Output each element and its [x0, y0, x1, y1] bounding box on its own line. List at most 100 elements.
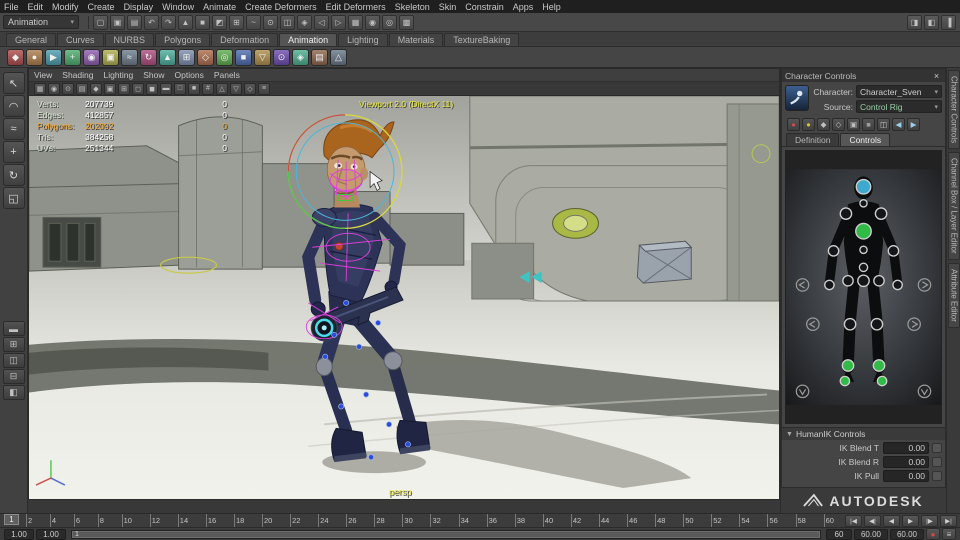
- shelf-tab[interactable]: TextureBaking: [444, 33, 520, 46]
- shelf-tab[interactable]: NURBS: [104, 33, 155, 46]
- menu-item[interactable]: Skin: [439, 2, 457, 12]
- shelf-tab[interactable]: Materials: [388, 33, 444, 46]
- rotate-tool-icon[interactable]: ↻: [2, 164, 25, 186]
- tool-settings-toggle-icon[interactable]: ◧: [924, 14, 939, 30]
- side-tab[interactable]: Attribute Editor: [947, 262, 960, 328]
- nonlinear-wave-icon[interactable]: ▤: [311, 48, 328, 66]
- two-d-pan-zoom-icon[interactable]: ⊞: [118, 82, 130, 95]
- playback-start-field[interactable]: 1.00: [36, 528, 66, 540]
- menu-item[interactable]: Modify: [52, 2, 79, 12]
- render-settings-icon[interactable]: ▩: [399, 14, 414, 30]
- jiggle-icon[interactable]: △: [330, 48, 347, 66]
- alt-end-field[interactable]: 60.00: [890, 528, 924, 540]
- ghost-icon[interactable]: ◉: [83, 48, 100, 66]
- gate-mask-icon[interactable]: ■: [188, 82, 200, 95]
- frame-all-icon[interactable]: ◻: [132, 82, 144, 95]
- create-pose-icon[interactable]: ↻: [140, 48, 157, 66]
- undo-icon[interactable]: ↶: [144, 14, 159, 30]
- make-live-icon[interactable]: ◈: [297, 14, 312, 30]
- anim-end-field[interactable]: 60.00: [854, 528, 888, 540]
- two-pane-side-layout-icon[interactable]: ◫: [2, 353, 25, 368]
- construction-history-icon[interactable]: ▦: [348, 14, 363, 30]
- nonlinear-sine-icon[interactable]: ▽: [254, 48, 271, 66]
- play-backwards-button[interactable]: ◀: [883, 514, 900, 527]
- new-scene-icon[interactable]: ▢: [93, 14, 108, 30]
- next-key-icon[interactable]: ▶: [907, 118, 920, 131]
- field-options-icon[interactable]: [932, 443, 942, 453]
- menu-item[interactable]: Skeleton: [395, 2, 430, 12]
- anim-start-field[interactable]: 1.00: [4, 528, 34, 540]
- humanik-section-header[interactable]: ▼ HumanIK Controls: [782, 427, 945, 440]
- field-options-icon[interactable]: [932, 471, 942, 481]
- animation-preferences-button[interactable]: ≡: [942, 528, 956, 540]
- paint-select-tool-icon[interactable]: ≈: [2, 118, 25, 140]
- menu-item[interactable]: Apps: [513, 2, 534, 12]
- select-tool-icon[interactable]: ↖: [2, 72, 25, 94]
- select-component-icon[interactable]: ◩: [212, 14, 227, 30]
- grease-pencil-icon[interactable]: ≡: [258, 82, 270, 95]
- menu-item[interactable]: Help: [542, 2, 561, 12]
- viewport-menu-item[interactable]: Options: [175, 70, 204, 80]
- prev-key-icon[interactable]: ◀: [892, 118, 905, 131]
- scale-tool-icon[interactable]: ◱: [2, 187, 25, 209]
- play-forwards-button[interactable]: ▶: [902, 514, 919, 527]
- outliner-persp-layout-icon[interactable]: ◧: [2, 385, 25, 400]
- close-icon[interactable]: ×: [931, 71, 942, 81]
- save-scene-icon[interactable]: ▤: [127, 14, 142, 30]
- channel-box-toggle-icon[interactable]: ▐: [941, 14, 956, 30]
- timeline-ruler[interactable]: 2 4 6 8 10 12 14 16 18 20 22 24 26 28 30 32 34 36 38 40 42 44…: [0, 514, 842, 527]
- selection-mode-icon[interactable]: ▣: [847, 118, 860, 131]
- character-rig-view[interactable]: [785, 150, 942, 424]
- mirror-icon[interactable]: ◫: [877, 118, 890, 131]
- playblast-icon[interactable]: ▶: [45, 48, 62, 66]
- character-thumbnail-icon[interactable]: [785, 85, 809, 111]
- create-clip-icon[interactable]: ≈: [121, 48, 138, 66]
- menu-item[interactable]: Create: [88, 2, 115, 12]
- lock-icon[interactable]: ■: [862, 118, 875, 131]
- key-body-part-icon[interactable]: ●: [802, 118, 815, 131]
- side-tab[interactable]: Character Controls: [947, 70, 960, 150]
- camera-select-icon[interactable]: ◉: [48, 82, 60, 95]
- select-object-icon[interactable]: ■: [195, 14, 210, 30]
- menu-item[interactable]: Window: [162, 2, 194, 12]
- menu-item[interactable]: Create Deformers: [245, 2, 317, 12]
- safe-title-icon[interactable]: ▽: [230, 82, 242, 95]
- snap-to-grid-icon[interactable]: ⊞: [229, 14, 244, 30]
- key-full-body-icon[interactable]: ●: [787, 118, 800, 131]
- menu-item[interactable]: Animate: [203, 2, 236, 12]
- shelf-tab[interactable]: Lighting: [338, 33, 388, 46]
- side-tab[interactable]: Channel Box / Layer Editor: [947, 152, 960, 260]
- numeric-input[interactable]: 0.00: [883, 470, 929, 482]
- range-slider[interactable]: 1: [71, 529, 821, 539]
- scene-view[interactable]: Verts: 207739 0 Edges: 412857 0 Polygons…: [29, 96, 779, 499]
- lattice-icon[interactable]: ⊞: [178, 48, 195, 66]
- menu-item[interactable]: Edit Deformers: [326, 2, 386, 12]
- set-breakdown-icon[interactable]: ●: [26, 48, 43, 66]
- nonlinear-squash-icon[interactable]: ⊙: [273, 48, 290, 66]
- four-pane-layout-icon[interactable]: ⊞: [2, 337, 25, 352]
- character-dropdown[interactable]: Character_Sven ▾: [856, 85, 942, 98]
- output-connections-icon[interactable]: ▷: [331, 14, 346, 30]
- playback-end-field[interactable]: 60: [826, 528, 852, 540]
- viewport-menu-item[interactable]: Shading: [62, 70, 93, 80]
- menu-item[interactable]: Constrain: [465, 2, 504, 12]
- blend-shape-icon[interactable]: ▲: [159, 48, 176, 66]
- unghost-icon[interactable]: ▣: [102, 48, 119, 66]
- two-pane-stacked-layout-icon[interactable]: ⊟: [2, 369, 25, 384]
- move-tool-icon[interactable]: +: [2, 141, 25, 163]
- numeric-input[interactable]: 0.00: [883, 442, 929, 454]
- input-connections-icon[interactable]: ◁: [314, 14, 329, 30]
- shelf-tab[interactable]: Deformation: [211, 33, 279, 46]
- attribute-editor-toggle-icon[interactable]: ◨: [907, 14, 922, 30]
- snap-to-point-icon[interactable]: ⊙: [263, 14, 278, 30]
- camera-lock-icon[interactable]: ⊙: [62, 82, 74, 95]
- menu-item[interactable]: Edit: [28, 2, 44, 12]
- viewport-menu-item[interactable]: Panels: [214, 70, 240, 80]
- range-slider-handle[interactable]: 1: [72, 530, 820, 538]
- panel-grid-icon[interactable]: ▦: [34, 82, 46, 95]
- next-key-button[interactable]: |▶: [921, 514, 938, 527]
- isolate-select-icon[interactable]: ◇: [244, 82, 256, 95]
- bookmark-icon[interactable]: ◆: [90, 82, 102, 95]
- set-key-icon[interactable]: ◆: [7, 48, 24, 66]
- select-hierarchy-icon[interactable]: ▲: [178, 14, 193, 30]
